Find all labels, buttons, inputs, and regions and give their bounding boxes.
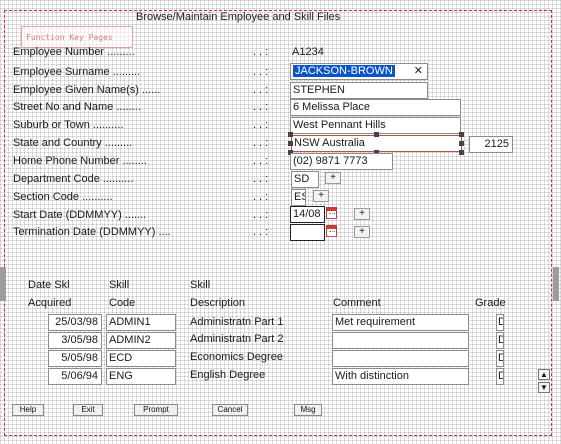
start-date-input[interactable]: 14/08 [290,206,325,223]
skill-comment-input[interactable] [332,332,469,349]
separator: ..: [253,66,272,78]
label-state-country: State and Country ......... [13,137,133,149]
resize-handle[interactable] [288,141,293,146]
header-acquired: Acquired [28,297,72,309]
header-skill-2: Skill [190,279,211,291]
header-description: Description [190,297,246,309]
skill-code-input[interactable]: ADMIN1 [106,314,176,331]
cancel-button[interactable]: Cancel [212,404,248,416]
window-title: Browse/Maintain Employee and Skill Files [136,11,341,23]
clear-icon[interactable]: ✕ [414,64,423,79]
skill-grade-input[interactable]: D [496,314,504,331]
header-date-skl: Date Skl [28,279,70,291]
label-termination-date: Termination Date (DDMMYY) .... [13,226,171,238]
msg-button[interactable]: Msg [294,404,322,416]
skill-grade-input[interactable]: D [496,350,504,367]
resize-handle[interactable] [459,141,464,146]
scroll-down-button[interactable]: ▼ [538,382,550,393]
skill-comment-input[interactable]: Met requirement [332,314,469,331]
given-names-input[interactable]: STEPHEN [290,82,428,99]
surname-selected-text: JACKSON-BROWN [293,65,395,77]
termination-date-input[interactable] [290,224,325,241]
calendar-icon[interactable] [326,225,337,237]
street-input[interactable]: 6 Melissa Place [290,99,461,116]
postcode-input[interactable]: 2125 [469,136,513,153]
department-prompt-button[interactable]: + [325,172,341,184]
department-code-input[interactable]: SD [291,171,319,188]
skill-description: Economics Degree [190,351,283,363]
resize-handle[interactable] [288,132,293,137]
separator: ..: [253,173,272,185]
separator: ..: [253,137,272,149]
label-start-date: Start Date (DDMMYY) ....... [13,209,147,221]
separator: ..: [253,101,272,113]
section-prompt-button[interactable]: + [313,190,329,202]
calendar-icon[interactable] [326,207,337,219]
separator: ..: [253,191,272,203]
function-key-panel: Function Key Pages [21,26,133,48]
label-home-phone: Home Phone Number ........ [13,155,147,167]
separator: ..: [253,226,272,238]
separator: ..: [253,84,272,96]
skill-date-input[interactable]: 3/05/98 [48,332,102,349]
help-button[interactable]: Help [12,404,44,416]
label-employee-surname: Employee Surname ......... [13,66,141,78]
skill-code-input[interactable]: ADMIN2 [106,332,176,349]
skill-description: Administratn Part 1 [190,316,284,328]
separator: ..: [253,46,272,58]
employee-number-value: A1234 [292,46,324,58]
separator: ..: [253,155,272,167]
skill-grade-input[interactable]: D [496,332,504,349]
skill-description: English Degree [190,369,266,381]
label-street: Street No and Name ........ [13,101,141,113]
home-phone-input[interactable]: (02) 9871 7773 [290,153,393,170]
scroll-up-button[interactable]: ▲ [538,369,550,380]
exit-button[interactable]: Exit [73,404,103,416]
employee-surname-input[interactable]: JACKSON-BROWN ✕ [290,63,428,80]
skill-description: Administratn Part 2 [190,333,284,345]
prompt-button[interactable]: Prompt [134,404,178,416]
termination-date-prompt-button[interactable]: + [354,226,370,238]
label-suburb: Suburb or Town .......... [13,119,124,131]
skill-date-input[interactable]: 25/03/98 [48,314,102,331]
skill-comment-input[interactable]: With distinction [332,368,469,385]
header-code: Code [109,297,136,309]
skill-grade-input[interactable]: D [496,368,504,385]
separator: ..: [253,119,272,131]
section-code-input[interactable]: ES [291,189,306,206]
header-comment: Comment [333,297,381,309]
header-grade: Grade [475,297,506,309]
label-given-names: Employee Given Name(s) ...... [13,84,161,96]
skill-code-input[interactable]: ENG [106,368,176,385]
skill-code-input[interactable]: ECD [106,350,176,367]
resize-handle[interactable] [459,132,464,137]
separator: ..: [253,209,272,221]
skill-comment-input[interactable] [332,350,469,367]
resize-handle[interactable] [459,150,464,155]
left-edge-marker [0,267,6,301]
label-employee-number: Employee Number ......... [13,46,135,58]
skill-date-input[interactable]: 5/05/98 [48,350,102,367]
right-edge-marker [553,267,559,301]
header-skill: Skill [109,279,130,291]
start-date-prompt-button[interactable]: + [354,208,370,220]
label-department-code: Department Code .......... [13,173,134,185]
label-section-code: Section Code .......... [13,191,113,203]
skill-date-input[interactable]: 5/06/94 [48,368,102,385]
resize-handle[interactable] [374,132,379,137]
